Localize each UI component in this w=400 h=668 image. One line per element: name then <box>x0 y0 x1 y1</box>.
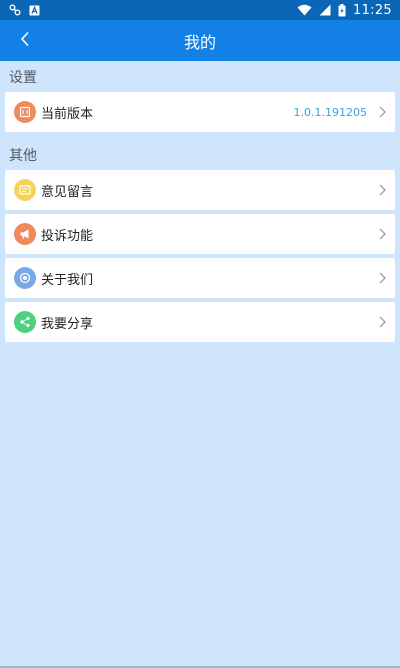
status-right-icons: 11:25 <box>297 3 392 18</box>
status-left-icons <box>9 4 40 16</box>
about-icon <box>14 267 36 289</box>
back-button[interactable] <box>10 20 40 61</box>
row-about[interactable]: 关于我们 <box>5 258 395 298</box>
row-label-about: 关于我们 <box>41 272 94 288</box>
app-bar: 我的 <box>0 20 400 61</box>
battery-icon <box>338 3 346 17</box>
chevron-right-icon <box>377 227 387 241</box>
app-a-icon <box>29 5 40 16</box>
message-icon <box>14 179 36 201</box>
row-label-complaint: 投诉功能 <box>41 228 94 244</box>
wifi-icon <box>297 4 312 16</box>
row-share[interactable]: 我要分享 <box>5 302 395 342</box>
chevron-right-icon <box>377 183 387 197</box>
link-icon <box>9 4 21 16</box>
section-header-others: 其他 <box>9 148 37 164</box>
section-header-settings: 设置 <box>9 70 37 86</box>
version-value: 1.0.1.191205 <box>293 105 367 119</box>
signal-icon <box>319 4 331 16</box>
row-current-version[interactable]: 当前版本 1.0.1.191205 <box>5 92 395 132</box>
row-label-feedback: 意见留言 <box>41 184 94 200</box>
chevron-right-icon <box>377 271 387 285</box>
share-icon <box>14 311 36 333</box>
chevron-right-icon <box>377 315 387 329</box>
megaphone-icon <box>14 223 36 245</box>
status-bar: 11:25 <box>0 0 400 20</box>
row-label-share: 我要分享 <box>41 316 94 332</box>
chevron-left-icon <box>20 31 30 51</box>
row-label-version: 当前版本 <box>41 106 94 122</box>
version-icon <box>14 101 36 123</box>
row-feedback[interactable]: 意见留言 <box>5 170 395 210</box>
status-time: 11:25 <box>353 2 392 18</box>
row-complaint[interactable]: 投诉功能 <box>5 214 395 254</box>
chevron-right-icon <box>377 105 387 119</box>
page-title: 我的 <box>183 32 216 52</box>
